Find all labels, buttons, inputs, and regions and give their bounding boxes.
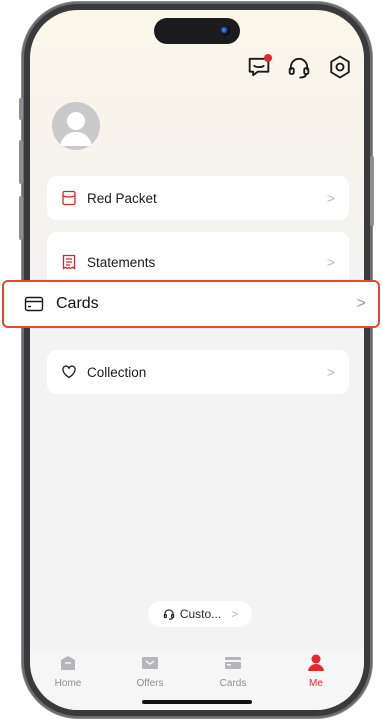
- dynamic-island: [154, 18, 240, 44]
- menu-item-label: Collection: [87, 364, 147, 380]
- headset-icon[interactable]: [285, 53, 313, 81]
- person-icon: [305, 652, 327, 674]
- offers-icon: [139, 652, 161, 674]
- chevron-right-icon: >: [356, 295, 366, 312]
- card-icon: [24, 294, 44, 314]
- tab-label: Home: [54, 678, 82, 689]
- home-icon: [57, 652, 79, 674]
- menu-item-label: Red Packet: [87, 190, 157, 206]
- chevron-right-icon: >: [326, 254, 335, 270]
- camera-icon: [220, 26, 230, 36]
- menu-card-red-packet: Red Packet >: [47, 176, 349, 220]
- menu-item-statements[interactable]: Statements >: [47, 240, 349, 284]
- tab-label: Me: [309, 678, 323, 689]
- tab-cards[interactable]: Cards: [203, 652, 263, 689]
- tab-label: Cards: [219, 678, 247, 689]
- side-button-mute: [19, 98, 23, 120]
- menu-item-collection[interactable]: Collection >: [47, 350, 349, 394]
- settings-icon[interactable]: [326, 53, 354, 81]
- statement-icon: [61, 254, 77, 270]
- menu-item-cards[interactable]: Cards >: [2, 280, 380, 328]
- chevron-right-icon: >: [326, 190, 335, 206]
- avatar[interactable]: [52, 102, 100, 150]
- heart-icon: [61, 364, 77, 380]
- tab-home[interactable]: Home: [38, 652, 98, 689]
- header-icons: [30, 53, 364, 83]
- notification-dot: [264, 54, 272, 62]
- side-button-power: [370, 156, 374, 226]
- red-packet-icon: [61, 190, 77, 206]
- card-icon: [222, 652, 244, 674]
- message-icon[interactable]: [245, 53, 273, 81]
- menu-item-label: Cards: [56, 295, 99, 312]
- home-indicator: [142, 700, 252, 704]
- customer-service-button[interactable]: Custo... >: [148, 601, 252, 627]
- tab-label: Offers: [136, 678, 164, 689]
- tab-me[interactable]: Me: [286, 652, 346, 689]
- tab-offers[interactable]: Offers: [120, 652, 180, 689]
- headset-icon: [163, 609, 175, 620]
- customer-service-label: Custo...: [179, 607, 222, 621]
- screen: Red Packet > Statements > Collection > C…: [30, 10, 364, 710]
- chevron-right-icon: >: [326, 364, 335, 380]
- chevron-right-icon: >: [231, 607, 239, 621]
- side-button-volume-down: [19, 196, 23, 240]
- menu-card-collection: Collection >: [47, 350, 349, 394]
- menu-item-label: Statements: [87, 254, 156, 270]
- side-button-volume-up: [19, 140, 23, 184]
- menu-item-red-packet[interactable]: Red Packet >: [47, 176, 349, 220]
